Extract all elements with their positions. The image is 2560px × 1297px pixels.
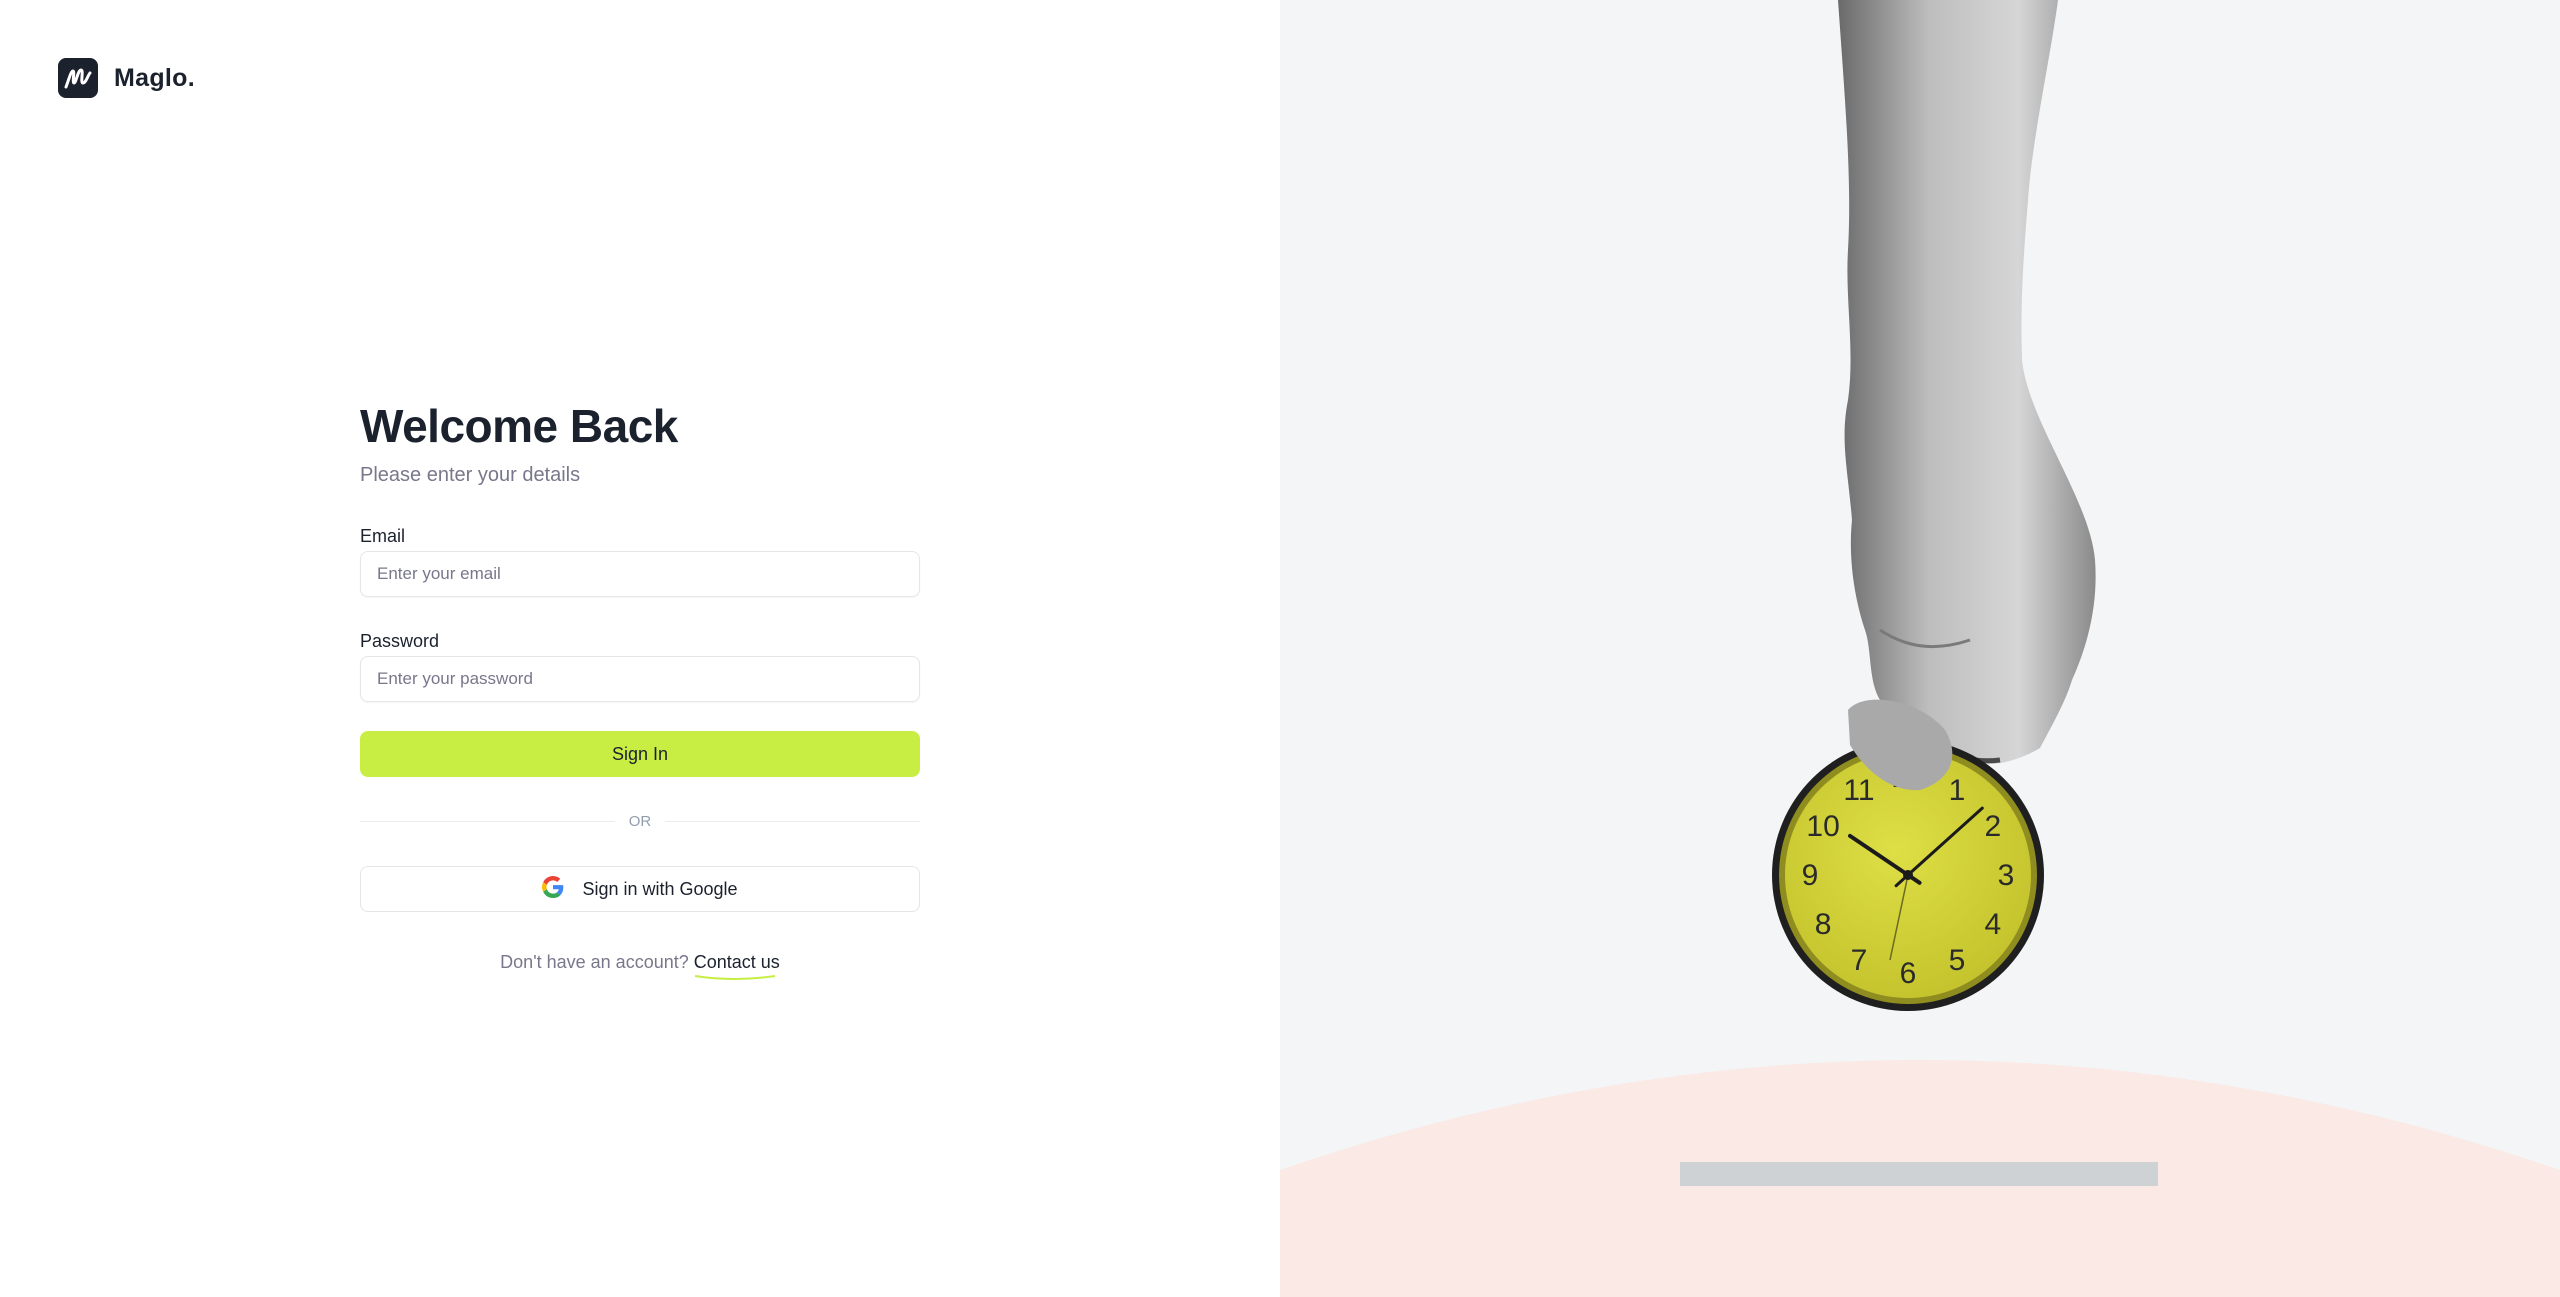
password-label: Password <box>360 631 440 651</box>
email-field[interactable] <box>360 551 920 597</box>
sign-in-button[interactable]: Sign In <box>360 731 920 777</box>
contact-us-link-label: Contact us <box>693 952 780 972</box>
illustration-panel: 121234567891011 <box>1280 0 2560 1297</box>
brand-name: Maglo. <box>114 63 195 92</box>
login-panel: Maglo. Welcome Back Please enter your de… <box>0 0 1280 1297</box>
clock-numeral: 3 <box>1998 859 2015 892</box>
link-underline-icon <box>694 975 775 980</box>
google-icon <box>542 875 564 903</box>
coin-slot <box>1680 1162 2158 1186</box>
clock-numeral: 6 <box>1900 957 1917 990</box>
clock-numeral: 9 <box>1802 859 1819 892</box>
clock-numeral: 11 <box>1843 774 1874 807</box>
brand-logo[interactable]: Maglo. <box>58 58 195 98</box>
hand-clock-illustration: 121234567891011 <box>1280 0 2560 1297</box>
signup-prompt-text: Don't have an account? <box>500 952 689 972</box>
or-divider: OR <box>360 813 920 830</box>
clock-numeral: 7 <box>1851 944 1868 977</box>
contact-us-link[interactable]: Contact us <box>693 952 780 980</box>
clock-numeral: 2 <box>1985 810 2002 843</box>
clock-numeral: 10 <box>1806 810 1839 843</box>
arm-shape <box>1838 0 2096 765</box>
clock-center-pin <box>1903 870 1913 880</box>
maglo-logo-icon <box>58 58 98 98</box>
divider-line-right <box>665 821 920 822</box>
divider-line-left <box>360 821 615 822</box>
signup-prompt: Don't have an account? Contact us <box>360 952 920 980</box>
divider-text: OR <box>628 813 652 830</box>
email-label: Email <box>360 526 406 546</box>
page-subtitle: Please enter your details <box>360 464 581 486</box>
clock-numeral: 1 <box>1949 774 1966 807</box>
clock-numeral: 4 <box>1985 908 2002 941</box>
page-title: Welcome Back <box>360 400 678 452</box>
clock-numeral: 8 <box>1815 908 1832 941</box>
login-form: Welcome Back Please enter your details E… <box>360 398 920 980</box>
google-sign-in-button[interactable]: Sign in with Google <box>360 866 920 912</box>
google-sign-in-label: Sign in with Google <box>582 878 738 899</box>
password-field[interactable] <box>360 656 920 702</box>
clock-numeral: 5 <box>1949 944 1966 977</box>
